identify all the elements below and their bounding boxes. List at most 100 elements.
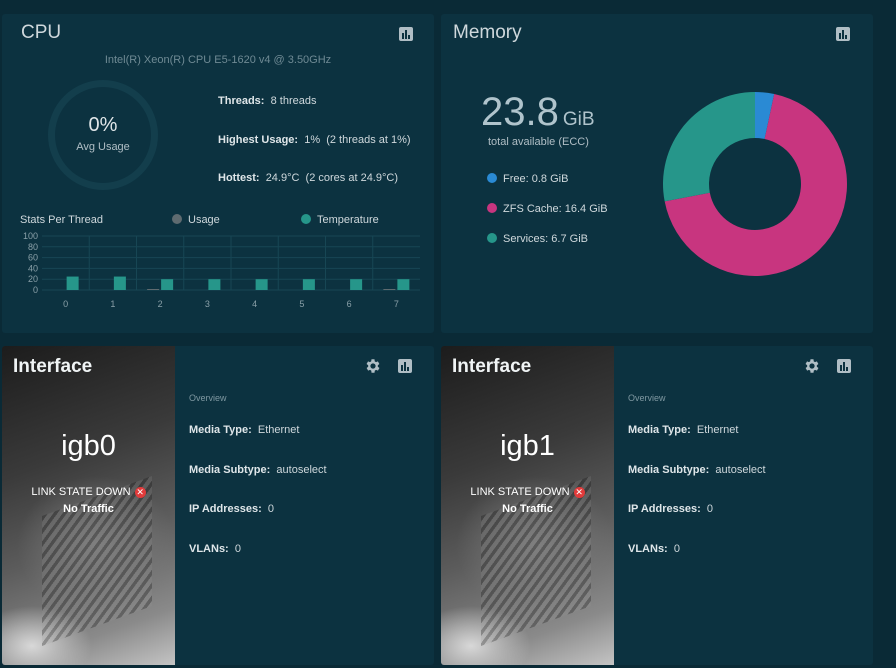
highest-usage-value: 1% (2 threads at 1%): [304, 134, 411, 146]
hottest-stat: Hottest: 24.9°C (2 cores at 24.9°C): [218, 172, 398, 184]
usage-bar: [147, 289, 160, 290]
memory-reports-icon[interactable]: [834, 25, 852, 43]
link-state: LINK STATE DOWN ✕: [441, 486, 614, 498]
x-tick-label: 5: [299, 299, 304, 309]
traffic-status: No Traffic: [502, 503, 553, 515]
highest-usage-stat: Highest Usage: 1% (2 threads at 1%): [218, 134, 411, 146]
legend-temperature[interactable]: Temperature: [301, 214, 379, 226]
temperature-bar: [397, 279, 410, 290]
temperature-bar: [113, 276, 126, 290]
legend-zfs-cache: ZFS Cache: 16.4 GiB: [487, 203, 608, 215]
media-subtype-label: Media Subtype:: [628, 464, 710, 476]
ip-addresses-value: 0: [706, 503, 714, 515]
services-dot-icon: [487, 233, 497, 243]
avg-usage-label: Avg Usage: [76, 141, 130, 153]
cpu-title: CPU: [21, 22, 62, 43]
media-type: Media Type: Ethernet: [628, 424, 738, 436]
legend-services: Services: 6.7 GiB: [487, 233, 588, 245]
y-tick-label: 60: [28, 253, 38, 263]
hottest-value: 24.9°C (2 cores at 24.9°C): [265, 172, 398, 184]
legend-free: Free: 0.8 GiB: [487, 173, 568, 185]
usage-bar: [383, 289, 396, 290]
link-down-icon: ✕: [573, 487, 585, 498]
media-type-label: Media Type:: [628, 424, 691, 436]
memory-total-unit: GiB: [562, 109, 595, 130]
y-tick-label: 40: [28, 263, 38, 273]
interface-name: igb0: [61, 430, 116, 462]
threads-value: 8 threads: [270, 95, 317, 107]
highest-usage-label: Highest Usage:: [218, 134, 299, 146]
memory-card: Memory 23.8 GiB total available (ECC) Fre…: [441, 14, 873, 333]
temperature-bar: [161, 279, 174, 290]
vlans-label: VLANs:: [189, 543, 229, 555]
x-tick-label: 6: [347, 299, 352, 309]
x-tick-label: 1: [110, 299, 115, 309]
interface-title: Interface: [13, 356, 93, 377]
interface-reports-icon[interactable]: [835, 357, 853, 375]
link-down-icon: ✕: [134, 487, 146, 498]
temperature-bar: [302, 279, 315, 290]
interface-title: Interface: [452, 356, 532, 377]
temperature-bar: [66, 276, 79, 290]
media-subtype: Media Subtype: autoselect: [189, 464, 327, 476]
legend-free-label: Free: 0.8 GiB: [503, 173, 569, 185]
overview-label: Overview: [628, 393, 666, 403]
y-tick-label: 80: [28, 242, 38, 252]
media-subtype-value: autoselect: [276, 464, 327, 476]
media-type-label: Media Type:: [189, 424, 252, 436]
legend-zfs-cache-label: ZFS Cache: 16.4 GiB: [503, 203, 608, 215]
ip-addresses: IP Addresses: 0: [189, 503, 274, 515]
interface-name: igb1: [500, 430, 555, 462]
x-tick-label: 3: [205, 299, 210, 309]
media-type-value: Ethernet: [257, 424, 300, 436]
ip-addresses: IP Addresses: 0: [628, 503, 713, 515]
y-tick-label: 100: [23, 232, 38, 241]
vlans-value: 0: [673, 543, 680, 555]
cpu-model: Intel(R) Xeon(R) CPU E5-1620 v4 @ 3.50GH…: [104, 54, 332, 66]
ip-addresses-label: IP Addresses:: [189, 503, 262, 515]
hottest-label: Hottest:: [218, 172, 260, 184]
media-subtype-value: autoselect: [715, 464, 766, 476]
y-tick-label: 0: [33, 285, 38, 295]
temperature-dot-icon: [301, 214, 311, 224]
avg-usage-value: 0%: [88, 114, 118, 136]
legend-usage[interactable]: Usage: [172, 214, 220, 226]
vlans: VLANs: 0: [628, 543, 680, 555]
temperature-bar: [208, 279, 221, 290]
link-state: LINK STATE DOWN ✕: [2, 486, 175, 498]
vlans: VLANs: 0: [189, 543, 241, 555]
legend-services-label: Services: 6.7 GiB: [503, 233, 588, 245]
memory-title: Memory: [453, 22, 522, 43]
stats-per-thread-title: Stats Per Thread: [20, 214, 103, 226]
memory-total-label: total available (ECC): [488, 136, 589, 148]
ip-addresses-value: 0: [267, 503, 275, 515]
memory-donut-chart: [663, 92, 847, 276]
threads-stat: Threads: 8 threads: [218, 95, 316, 107]
cpu-card: CPU Intel(R) Xeon(R) CPU E5-1620 v4 @ 3.…: [2, 14, 434, 333]
gear-icon[interactable]: [364, 357, 382, 375]
zfs-cache-dot-icon: [487, 203, 497, 213]
interface-reports-icon[interactable]: [396, 357, 414, 375]
x-tick-label: 2: [158, 299, 163, 309]
donut-slice-services: [663, 92, 755, 202]
cpu-reports-icon[interactable]: [397, 25, 415, 43]
memory-total: 23.8 GiB: [481, 90, 595, 135]
traffic-status: No Traffic: [63, 503, 114, 515]
interface-card-igb1: Interface igb1 LINK STATE DOWN ✕ No Traff…: [441, 346, 873, 665]
vlans-label: VLANs:: [628, 543, 668, 555]
media-subtype: Media Subtype: autoselect: [628, 464, 766, 476]
usage-dot-icon: [172, 214, 182, 224]
x-tick-label: 4: [252, 299, 257, 309]
threads-label: Threads:: [218, 95, 265, 107]
link-state-label: LINK STATE DOWN: [31, 486, 131, 498]
gear-icon[interactable]: [803, 357, 821, 375]
free-dot-icon: [487, 173, 497, 183]
x-tick-label: 7: [394, 299, 399, 309]
media-type: Media Type: Ethernet: [189, 424, 299, 436]
thread-chart: 1008060402000 1 2 3 4 5 6 7: [23, 232, 420, 309]
temperature-bar: [255, 279, 268, 290]
overview-label: Overview: [189, 393, 227, 403]
y-tick-label: 20: [28, 274, 38, 284]
x-tick-label: 0: [63, 299, 68, 309]
link-state-label: LINK STATE DOWN: [470, 486, 570, 498]
